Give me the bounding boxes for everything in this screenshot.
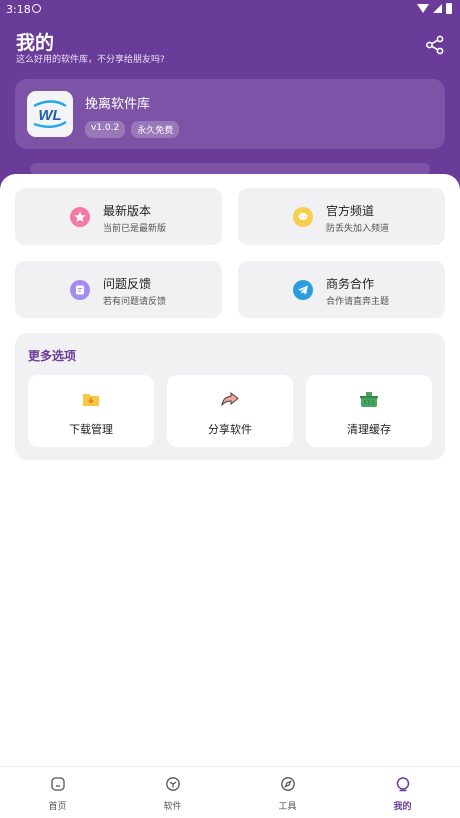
signal-icon xyxy=(433,4,442,13)
star-icon xyxy=(70,207,90,227)
status-time: 3:18 xyxy=(6,3,31,16)
version-badge: v1.0.2 xyxy=(85,121,126,138)
more-options-panel: 更多选项 下载管理 分享软件 清理缓存 xyxy=(15,333,445,460)
app-logo-text: WL xyxy=(38,107,61,124)
status-indicators xyxy=(417,3,452,14)
nav-label: 软件 xyxy=(163,802,182,812)
latest-version-card[interactable]: 最新版本 当前已是最新版 xyxy=(15,188,222,245)
battery-icon xyxy=(446,3,452,14)
share-icon xyxy=(426,35,444,55)
bottom-navigation: 首页 软件 工具 我的 xyxy=(0,766,460,818)
quick-subtitle: 当前已是最新版 xyxy=(103,224,167,234)
app-name: 挽离软件库 xyxy=(85,97,151,112)
option-label: 分享软件 xyxy=(208,423,252,436)
official-channel-card[interactable]: 官方频道 防丢失加入频道 xyxy=(238,188,445,245)
business-cooperation-card[interactable]: 商务合作 合作请直奔主题 xyxy=(238,261,445,318)
option-label: 下载管理 xyxy=(69,423,113,436)
wifi-icon xyxy=(417,4,429,13)
quick-title: 最新版本 xyxy=(103,204,152,218)
cube-icon xyxy=(166,777,180,791)
nav-item-software[interactable]: 软件 xyxy=(115,767,230,818)
page-title: 我的 xyxy=(16,32,55,54)
license-badge: 永久免费 xyxy=(131,121,180,138)
download-folder-icon xyxy=(81,389,101,409)
notification-icon xyxy=(32,4,41,13)
app-logo-icon: WL xyxy=(33,100,67,128)
nav-label: 首页 xyxy=(48,802,67,812)
telegram-icon xyxy=(293,280,313,300)
status-bar: 3:18 xyxy=(0,0,460,20)
nav-item-mine[interactable]: 我的 xyxy=(345,767,460,818)
app-logo: WL xyxy=(27,91,73,137)
share-button[interactable] xyxy=(424,34,446,56)
nav-item-home[interactable]: 首页 xyxy=(0,767,115,818)
quick-subtitle: 合作请直奔主题 xyxy=(326,297,390,307)
quick-title: 官方频道 xyxy=(326,204,375,218)
page-subtitle: 这么好用的软件库，不分享给朋友吗? xyxy=(16,55,165,65)
app-info-card[interactable]: WL 挽离软件库 v1.0.2 永久免费 xyxy=(15,79,445,149)
nav-item-tools[interactable]: 工具 xyxy=(230,767,345,818)
quick-subtitle: 防丢失加入频道 xyxy=(326,224,390,234)
chat-icon xyxy=(293,207,313,227)
clear-cache-button[interactable]: 清理缓存 xyxy=(306,375,432,447)
app-badges: v1.0.2 永久免费 xyxy=(85,121,180,138)
quick-title: 问题反馈 xyxy=(103,277,152,291)
more-options-title: 更多选项 xyxy=(28,349,77,363)
quick-subtitle: 若有问题请反馈 xyxy=(103,297,167,307)
feedback-card[interactable]: 问题反馈 若有问题请反馈 xyxy=(15,261,222,318)
nav-label: 工具 xyxy=(278,802,297,812)
user-icon xyxy=(396,777,410,792)
nav-label: 我的 xyxy=(393,802,412,812)
feedback-icon xyxy=(70,280,90,300)
compass-icon xyxy=(281,777,295,791)
home-icon xyxy=(51,777,65,791)
share-software-button[interactable]: 分享软件 xyxy=(167,375,293,447)
basket-icon xyxy=(359,389,379,409)
option-label: 清理缓存 xyxy=(347,423,391,436)
quick-title: 商务合作 xyxy=(326,277,375,291)
download-manager-button[interactable]: 下载管理 xyxy=(28,375,154,447)
share-arrow-icon xyxy=(220,389,240,409)
